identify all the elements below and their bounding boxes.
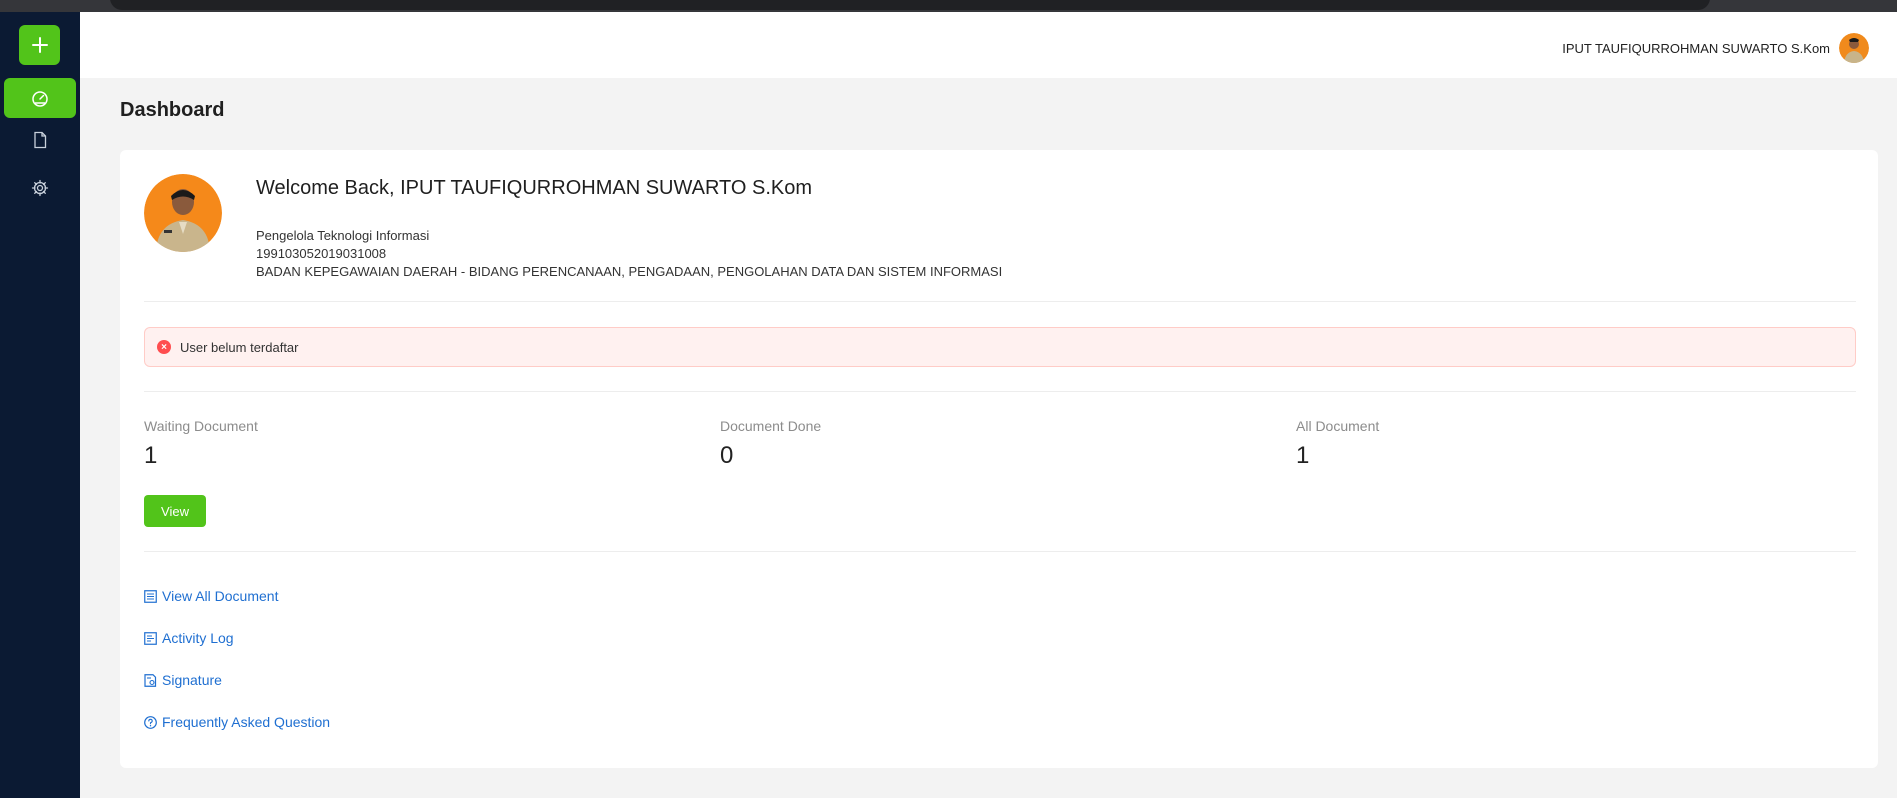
stat-label: Document Done (720, 418, 822, 434)
log-icon (144, 631, 157, 645)
header-user-name: IPUT TAUFIQURROHMAN SUWARTO S.Kom (1562, 40, 1830, 56)
view-button[interactable]: View (144, 495, 206, 527)
divider (144, 551, 1856, 552)
link-faq[interactable]: Frequently Asked Question (144, 714, 330, 730)
link-signature[interactable]: Signature (144, 672, 222, 688)
dashboard-card: Welcome Back, IPUT TAUFIQURROHMAN SUWART… (120, 150, 1878, 768)
browser-address-bar[interactable] (110, 0, 1710, 10)
alert-message: User belum terdaftar (180, 339, 299, 355)
close-circle-icon: × (157, 340, 171, 354)
stat-value: 1 (144, 442, 158, 469)
avatar-image (1839, 33, 1869, 63)
error-alert: × User belum terdaftar (144, 327, 1856, 367)
avatar[interactable] (1839, 33, 1869, 63)
stat-value: 1 (1296, 442, 1310, 469)
plus-icon (31, 37, 48, 53)
dashboard-icon (32, 91, 48, 107)
signature-icon (144, 673, 157, 687)
welcome-heading: Welcome Back, IPUT TAUFIQURROHMAN SUWART… (256, 177, 813, 199)
browser-chrome (0, 0, 1897, 12)
stat-document-done: Document Done 0 (720, 418, 821, 470)
profile-nip: 199103052019031008 (256, 246, 387, 261)
link-label: View All Document (162, 588, 279, 604)
link-label: Activity Log (162, 630, 234, 646)
divider (144, 301, 1856, 302)
profile-unit: BADAN KEPEGAWAIAN DAERAH - BIDANG PERENC… (256, 264, 1003, 279)
page-title: Dashboard (120, 99, 225, 121)
stat-waiting-document: Waiting Document 1 (144, 418, 258, 470)
stat-all-document: All Document 1 (1296, 418, 1379, 470)
user-menu[interactable]: IPUT TAUFIQURROHMAN SUWARTO S.Kom (1562, 33, 1869, 63)
top-header: IPUT TAUFIQURROHMAN SUWARTO S.Kom (80, 12, 1897, 78)
link-label: Frequently Asked Question (162, 714, 331, 730)
profile-position: Pengelola Teknologi Informasi (256, 228, 430, 243)
link-activity-log[interactable]: Activity Log (144, 630, 234, 646)
file-icon (34, 131, 47, 149)
divider (144, 391, 1856, 392)
stat-label: Waiting Document (144, 418, 258, 434)
stat-label: All Document (1296, 418, 1380, 434)
profile-avatar (144, 174, 222, 252)
profile-photo (144, 174, 222, 252)
sidebar (0, 12, 80, 798)
stat-value: 0 (720, 442, 734, 469)
sidebar-item-dashboard[interactable] (4, 78, 76, 118)
sidebar-item-settings[interactable] (20, 170, 60, 206)
link-view-all-document[interactable]: View All Document (144, 588, 278, 604)
sidebar-item-documents[interactable] (20, 122, 60, 158)
link-label: Signature (162, 672, 222, 688)
sidebar-add-button[interactable] (19, 25, 60, 65)
question-icon (144, 715, 157, 729)
gear-icon (31, 179, 49, 197)
list-icon (144, 589, 157, 603)
